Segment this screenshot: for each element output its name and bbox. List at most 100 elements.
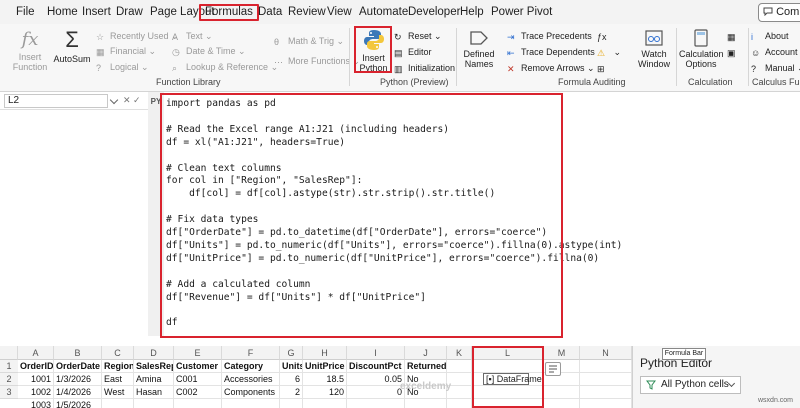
data-cell[interactable]: 0.05 <box>347 373 405 386</box>
header-cell[interactable]: Region <box>102 360 134 373</box>
data-cell[interactable]: 2 <box>280 386 303 399</box>
data-cell[interactable]: Components <box>222 386 280 399</box>
column-header[interactable]: G <box>280 346 303 360</box>
header-cell[interactable]: UnitPrice <box>303 360 347 373</box>
tab-file[interactable]: File <box>14 4 37 21</box>
data-cell[interactable] <box>102 399 134 408</box>
tab-developer[interactable]: Developer <box>406 4 462 21</box>
data-cell[interactable]: West <box>102 386 134 399</box>
column-header[interactable]: D <box>134 346 174 360</box>
remove-arrows-button[interactable]: ✕ Remove Arrows ⌄ <box>507 62 595 74</box>
tab-automate[interactable]: Automate <box>357 4 410 21</box>
tab-home[interactable]: Home <box>45 4 80 21</box>
data-cell[interactable]: Hasan <box>134 386 174 399</box>
header-cell[interactable]: Units <box>280 360 303 373</box>
data-cell[interactable]: Amina <box>134 373 174 386</box>
data-cell[interactable]: 0 <box>347 386 405 399</box>
text-button[interactable]: A Text ⌄ <box>172 30 213 42</box>
lookup-reference-button[interactable]: ⌕ Lookup & Reference ⌄ <box>172 61 278 73</box>
reset-button[interactable]: ↻ Reset ⌄ <box>394 30 442 42</box>
cancel-icon[interactable]: ✕ <box>123 95 131 106</box>
data-cell[interactable]: Accessories <box>222 373 280 386</box>
calc-now-button[interactable]: ▦ <box>727 30 741 42</box>
header-cell[interactable]: OrderDate <box>54 360 102 373</box>
data-cell[interactable]: 1/4/2026 <box>54 386 102 399</box>
error-checking-button[interactable]: ⚠ ⌄ <box>597 46 621 58</box>
comments-button[interactable]: Comm <box>758 3 800 22</box>
tab-help[interactable]: Help <box>458 4 486 21</box>
data-cell[interactable] <box>134 399 174 408</box>
column-header[interactable]: N <box>580 346 632 360</box>
data-cell[interactable] <box>405 399 447 408</box>
name-box-dropdown-icon[interactable] <box>109 95 119 105</box>
manual-button[interactable]: ?Manual ⌄ <box>751 62 800 74</box>
data-cell[interactable]: 1/5/2026 <box>54 399 102 408</box>
calculation-options-button[interactable]: Calculation Options <box>679 29 724 69</box>
dataframe-cell[interactable]: [▪] DataFrame <box>483 373 542 385</box>
row-header[interactable]: 2 <box>0 373 18 386</box>
tab-insert[interactable]: Insert <box>80 4 113 21</box>
tab-power-pivot[interactable]: Power Pivot <box>489 4 554 21</box>
header-cell[interactable]: DiscountPct <box>347 360 405 373</box>
header-cell[interactable] <box>447 360 472 373</box>
data-cell[interactable] <box>544 386 580 399</box>
about-button[interactable]: i About <box>751 30 789 42</box>
data-cell[interactable]: 6 <box>280 373 303 386</box>
autosum-button[interactable]: Σ AutoSum <box>52 28 92 65</box>
data-cell[interactable]: 1003 <box>18 399 54 408</box>
initialization-button[interactable]: ▥ Initialization <box>394 62 455 74</box>
header-cell[interactable]: SalesRep <box>134 360 174 373</box>
watch-window-button[interactable]: Watch Window <box>634 29 674 69</box>
data-cell[interactable] <box>580 373 632 386</box>
show-formulas-button[interactable]: ƒx <box>597 30 611 42</box>
tab-formulas[interactable]: Formulas <box>199 4 259 21</box>
data-cell[interactable]: C002 <box>174 386 222 399</box>
evaluate-formula-button[interactable]: ⊞ <box>597 62 611 74</box>
data-cell[interactable]: East <box>102 373 134 386</box>
account-button[interactable]: ☺Account ⌄ <box>751 46 800 58</box>
defined-names-button[interactable]: Defined Names <box>462 29 496 69</box>
financial-button[interactable]: ▦ Financial ⌄ <box>96 45 156 57</box>
card-icon[interactable] <box>545 362 561 376</box>
header-cell[interactable]: Returned <box>405 360 447 373</box>
data-cell[interactable] <box>347 399 405 408</box>
column-header[interactable]: J <box>405 346 447 360</box>
tab-draw[interactable]: Draw <box>114 4 145 21</box>
data-cell[interactable]: 18.5 <box>303 373 347 386</box>
data-cell[interactable] <box>222 399 280 408</box>
data-cell[interactable]: 1001 <box>18 373 54 386</box>
data-cell[interactable]: 1/3/2026 <box>54 373 102 386</box>
column-header[interactable]: B <box>54 346 102 360</box>
header-cell[interactable]: OrderID <box>18 360 54 373</box>
data-cell[interactable]: 120 <box>303 386 347 399</box>
data-cell[interactable]: C001 <box>174 373 222 386</box>
column-header[interactable]: F <box>222 346 280 360</box>
editor-button[interactable]: ▤ Editor <box>394 46 432 58</box>
tab-data[interactable]: Data <box>256 4 284 21</box>
data-cell[interactable] <box>447 399 472 408</box>
header-cell[interactable]: Category <box>222 360 280 373</box>
tab-view[interactable]: View <box>325 4 354 21</box>
insert-function-button[interactable]: fx Insert Function <box>10 30 50 73</box>
logical-button[interactable]: ? Logical ⌄ <box>96 61 149 73</box>
recently-used-button[interactable]: ☆ Recently Used ⌄ <box>96 30 179 42</box>
data-cell[interactable] <box>544 399 580 408</box>
confirm-icon[interactable]: ✓ <box>133 95 141 106</box>
column-header[interactable]: C <box>102 346 134 360</box>
column-header[interactable]: H <box>303 346 347 360</box>
data-cell[interactable] <box>280 399 303 408</box>
column-header[interactable]: E <box>174 346 222 360</box>
data-cell[interactable] <box>580 399 632 408</box>
select-all-corner[interactable] <box>0 346 18 360</box>
trace-dependents-button[interactable]: ⇤ Trace Dependents <box>507 46 595 58</box>
date-time-button[interactable]: ◷ Date & Time ⌄ <box>172 45 246 57</box>
column-header[interactable]: M <box>544 346 580 360</box>
data-cell[interactable] <box>303 399 347 408</box>
calc-sheet-button[interactable]: ▣ <box>727 46 741 58</box>
data-cell[interactable] <box>174 399 222 408</box>
column-header[interactable]: A <box>18 346 54 360</box>
data-cell[interactable]: 1002 <box>18 386 54 399</box>
header-cell[interactable]: Customer <box>174 360 222 373</box>
data-cell[interactable] <box>580 386 632 399</box>
row-header[interactable]: 1 <box>0 360 18 373</box>
